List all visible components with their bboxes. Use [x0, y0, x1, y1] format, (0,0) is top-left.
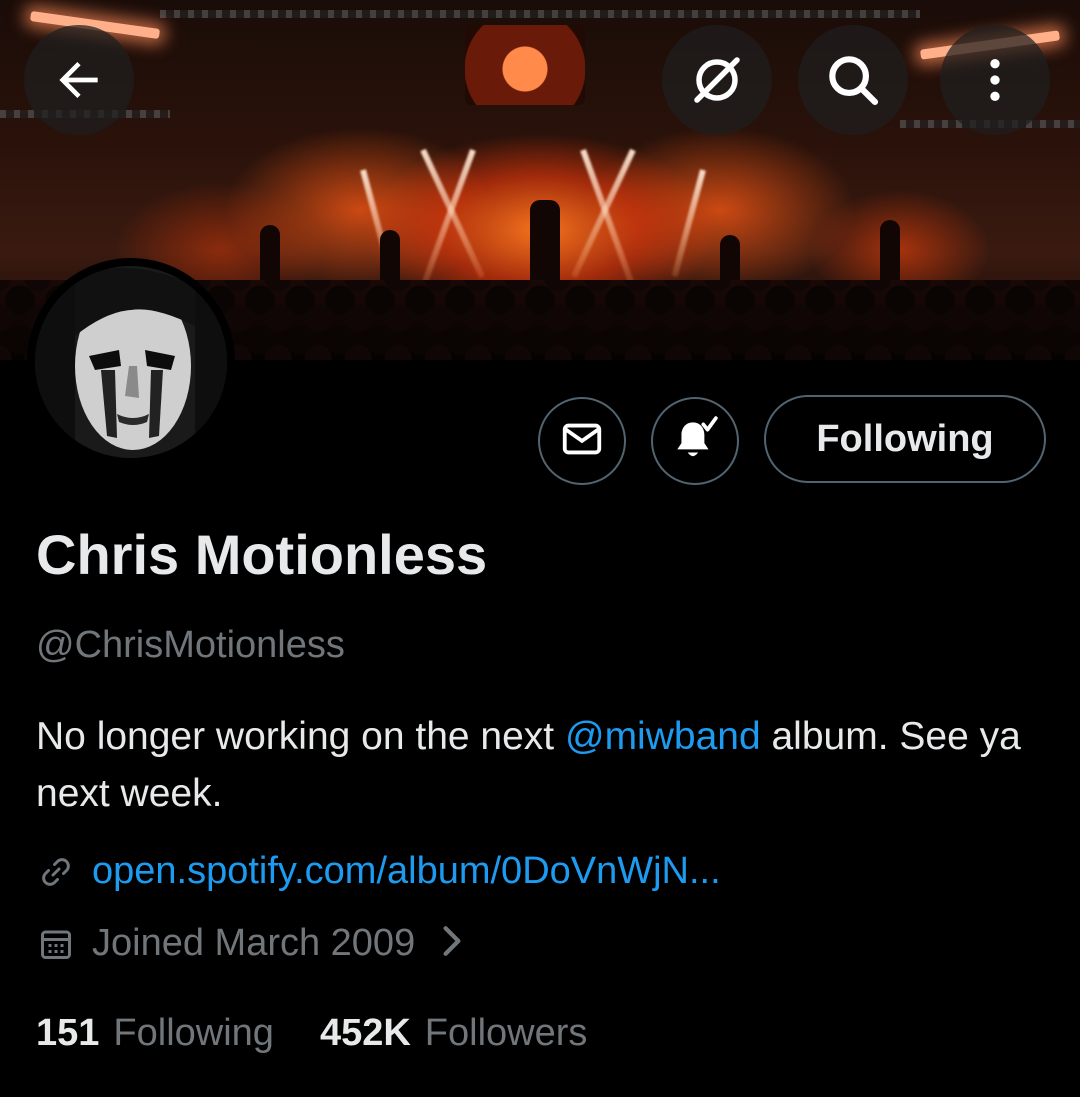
- stage-screen: [465, 25, 585, 105]
- joined-date-row[interactable]: Joined March 2009: [36, 922, 465, 965]
- grok-button[interactable]: [662, 25, 772, 135]
- grok-icon: [687, 50, 747, 110]
- bell-check-icon: [670, 414, 720, 469]
- avatar-portrait: [35, 266, 227, 458]
- back-button[interactable]: [24, 25, 134, 135]
- website-link[interactable]: open.spotify.com/album/0DoVnWjN...: [92, 850, 721, 893]
- follow-stats: 151 Following 452K Followers: [36, 1012, 587, 1055]
- username-handle: @ChrisMotionless: [36, 624, 345, 666]
- profile-bio: No longer working on the next @miwband a…: [36, 708, 1036, 822]
- profile-website: open.spotify.com/album/0DoVnWjN...: [36, 850, 721, 893]
- joined-date: Joined March 2009: [92, 922, 416, 964]
- following-label[interactable]: Following: [113, 1012, 274, 1055]
- avatar[interactable]: [27, 258, 235, 466]
- bio-text: No longer working on the next: [36, 715, 565, 758]
- notifications-button[interactable]: [651, 397, 739, 485]
- more-options-button[interactable]: [940, 25, 1050, 135]
- search-icon: [822, 49, 884, 111]
- bio-mention-link[interactable]: @miwband: [565, 715, 761, 758]
- more-vertical-icon: [967, 52, 1023, 108]
- search-button[interactable]: [798, 25, 908, 135]
- followers-count[interactable]: 452K: [320, 1012, 411, 1055]
- message-button[interactable]: [538, 397, 626, 485]
- calendar-icon: [36, 924, 76, 964]
- link-icon: [36, 852, 76, 892]
- following-button[interactable]: Following: [764, 395, 1046, 483]
- following-count[interactable]: 151: [36, 1012, 99, 1055]
- chevron-right-icon: [439, 924, 465, 963]
- stage-truss: [160, 10, 920, 18]
- light-beam: [671, 169, 706, 278]
- performer: [530, 200, 560, 290]
- arrow-left-icon: [51, 52, 107, 108]
- envelope-icon: [559, 416, 605, 467]
- followers-label[interactable]: Followers: [425, 1012, 588, 1055]
- display-name: Chris Motionless: [36, 523, 488, 586]
